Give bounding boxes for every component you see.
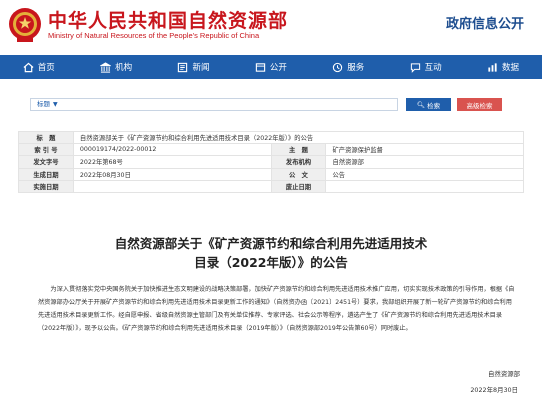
document-type-value: 公告 [325, 167, 524, 181]
disclosure-icon [255, 62, 266, 73]
nav-label: 新闻 [192, 63, 210, 73]
table-row: 索 引 号 000019174/2022-00012 主 题 矿产资源保护监督 [18, 143, 524, 157]
field-label: 废止日期 [270, 179, 327, 193]
article-title: 自然资源部关于《矿产资源节约和综合利用先进适用技术 目录（2022年版）》的公告 [0, 234, 542, 272]
field-label: 标 题 [18, 130, 74, 145]
search-field-value: 标题 [37, 100, 50, 108]
search-button-label: 检索 [427, 101, 441, 110]
nav-label: 机构 [115, 63, 133, 73]
issuing-agency-value: 自然资源部 [325, 155, 524, 169]
document-number-value: 2022年第68号 [72, 155, 272, 169]
article-date: 2022年8月30日 [470, 386, 518, 394]
service-icon [332, 62, 343, 73]
article-signature: 自然资源部 [488, 370, 520, 378]
main-nav: 首页 机构 新闻 公开 服务 互动 数据 [0, 55, 542, 79]
search-field-select[interactable]: 标题 ▼ [30, 98, 398, 111]
article-title-line: 自然资源部关于《矿产资源节约和综合利用先进适用技术 [114, 236, 428, 251]
news-icon [177, 62, 188, 73]
advanced-search-button[interactable]: 高级检索 [457, 98, 502, 111]
nav-label: 服务 [347, 63, 365, 73]
nav-label: 首页 [37, 63, 55, 73]
field-label: 发文字号 [18, 155, 74, 169]
table-row: 标 题 自然资源部关于《矿产资源节约和综合利用先进适用技术目录（2022年版）》… [18, 130, 525, 145]
section-title[interactable]: 政府信息公开 [446, 13, 524, 32]
field-label: 生成日期 [18, 167, 74, 181]
search-icon: 🔍︎ [416, 100, 426, 109]
search-bar: 标题 ▼ 🔍︎ 检索 高级检索 [30, 98, 520, 112]
article-title-line: 目录（2022年版）》的公告 [194, 255, 348, 270]
field-label: 公 文 [270, 167, 327, 181]
topic-value: 矿产资源保护监督 [325, 143, 524, 157]
nav-item-institution[interactable]: 机构 [77, 55, 154, 79]
document-info-table: 标 题 自然资源部关于《矿产资源节约和综合利用先进适用技术目录（2022年版）》… [18, 130, 525, 193]
field-label: 发布机构 [270, 155, 327, 169]
site-header: 中华人民共和国自然资源部 Ministry of Natural Resourc… [0, 0, 542, 52]
article-body: 为深入贯彻落实党中央国务院关于加快推进生态文明建设的战略决策部署，加快矿产资源节… [38, 286, 515, 332]
caret-down-icon: ▼ [53, 101, 58, 108]
search-button[interactable]: 🔍︎ 检索 [406, 98, 451, 111]
interaction-icon [410, 62, 421, 73]
document-title-value: 自然资源部关于《矿产资源节约和综合利用先进适用技术目录（2022年版）》的公告 [72, 130, 525, 145]
nav-label: 互动 [424, 63, 442, 73]
data-icon [487, 62, 498, 73]
home-icon [23, 62, 34, 73]
field-label: 索 引 号 [18, 143, 74, 157]
nav-item-home[interactable]: 首页 [0, 55, 77, 79]
table-row: 生成日期 2022年08月30日 公 文 公告 [18, 167, 524, 181]
index-number-value: 000019174/2022-00012 [72, 143, 272, 157]
expiry-date-value [325, 179, 524, 193]
national-emblem-icon[interactable] [7, 6, 43, 44]
nav-item-interaction[interactable]: 互动 [387, 55, 464, 79]
nav-item-disclosure[interactable]: 公开 [232, 55, 309, 79]
table-row: 发文字号 2022年第68号 发布机构 自然资源部 [18, 155, 524, 169]
nav-item-data[interactable]: 数据 [464, 55, 541, 79]
institution-icon [100, 61, 112, 73]
field-label: 主 题 [270, 143, 327, 157]
field-label: 实施日期 [18, 179, 74, 193]
site-title[interactable]: 中华人民共和国自然资源部 [48, 6, 288, 33]
nav-label: 公开 [269, 63, 287, 73]
nav-label: 数据 [502, 63, 520, 73]
effective-date-value [72, 179, 272, 193]
site-subtitle: Ministry of Natural Resources of the Peo… [48, 31, 260, 40]
table-row: 实施日期 废止日期 [18, 179, 524, 193]
nav-item-service[interactable]: 服务 [310, 55, 387, 79]
creation-date-value: 2022年08月30日 [72, 167, 272, 181]
nav-item-news[interactable]: 新闻 [155, 55, 232, 79]
